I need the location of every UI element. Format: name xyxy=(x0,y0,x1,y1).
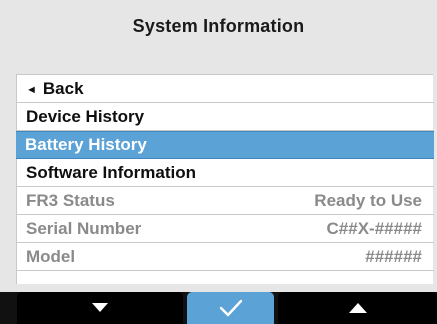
back-label: Back xyxy=(42,78,84,98)
softkey-bar xyxy=(0,292,437,324)
menu-item-value: ###### xyxy=(365,246,422,266)
menu-item-label: FR3 Status xyxy=(26,190,115,210)
softkey-down-button[interactable] xyxy=(17,292,183,324)
checkmark-icon xyxy=(219,299,242,317)
menu-item-software-information[interactable]: Software Information xyxy=(17,159,434,187)
menu-item-battery-history[interactable]: Battery History xyxy=(16,131,434,159)
menu-item-label: Device History xyxy=(26,106,145,126)
back-item[interactable]: ◄ Back xyxy=(17,75,434,103)
menu-item-value: C##X-##### xyxy=(326,218,422,238)
device-screen: System Information ◄ Back Device History … xyxy=(0,0,437,324)
menu-item-value: Ready to Use xyxy=(314,190,422,210)
triangle-up-icon xyxy=(348,303,367,313)
back-item-content: ◄ Back xyxy=(26,79,84,99)
menu-item-device-history[interactable]: Device History xyxy=(17,103,434,131)
menu-item-fr3-status: FR3 Status Ready to Use xyxy=(17,187,434,215)
menu-item-label: Serial Number xyxy=(26,218,142,238)
menu-item-serial-number: Serial Number C##X-##### xyxy=(17,215,434,243)
softkey-up-button[interactable] xyxy=(278,292,437,324)
screen-header: System Information xyxy=(0,0,437,66)
back-arrow-icon: ◄ xyxy=(26,83,37,96)
page-title: System Information xyxy=(132,16,305,36)
softkey-select-button[interactable] xyxy=(187,292,274,324)
menu-item-label: Model xyxy=(26,246,76,266)
system-info-menu: ◄ Back Device History Battery History Sof… xyxy=(16,74,434,284)
menu-item-label: Software Information xyxy=(26,162,197,182)
menu-item-label: Battery History xyxy=(25,135,147,154)
triangle-down-icon xyxy=(92,303,108,312)
menu-item-model: Model ###### xyxy=(17,243,434,271)
